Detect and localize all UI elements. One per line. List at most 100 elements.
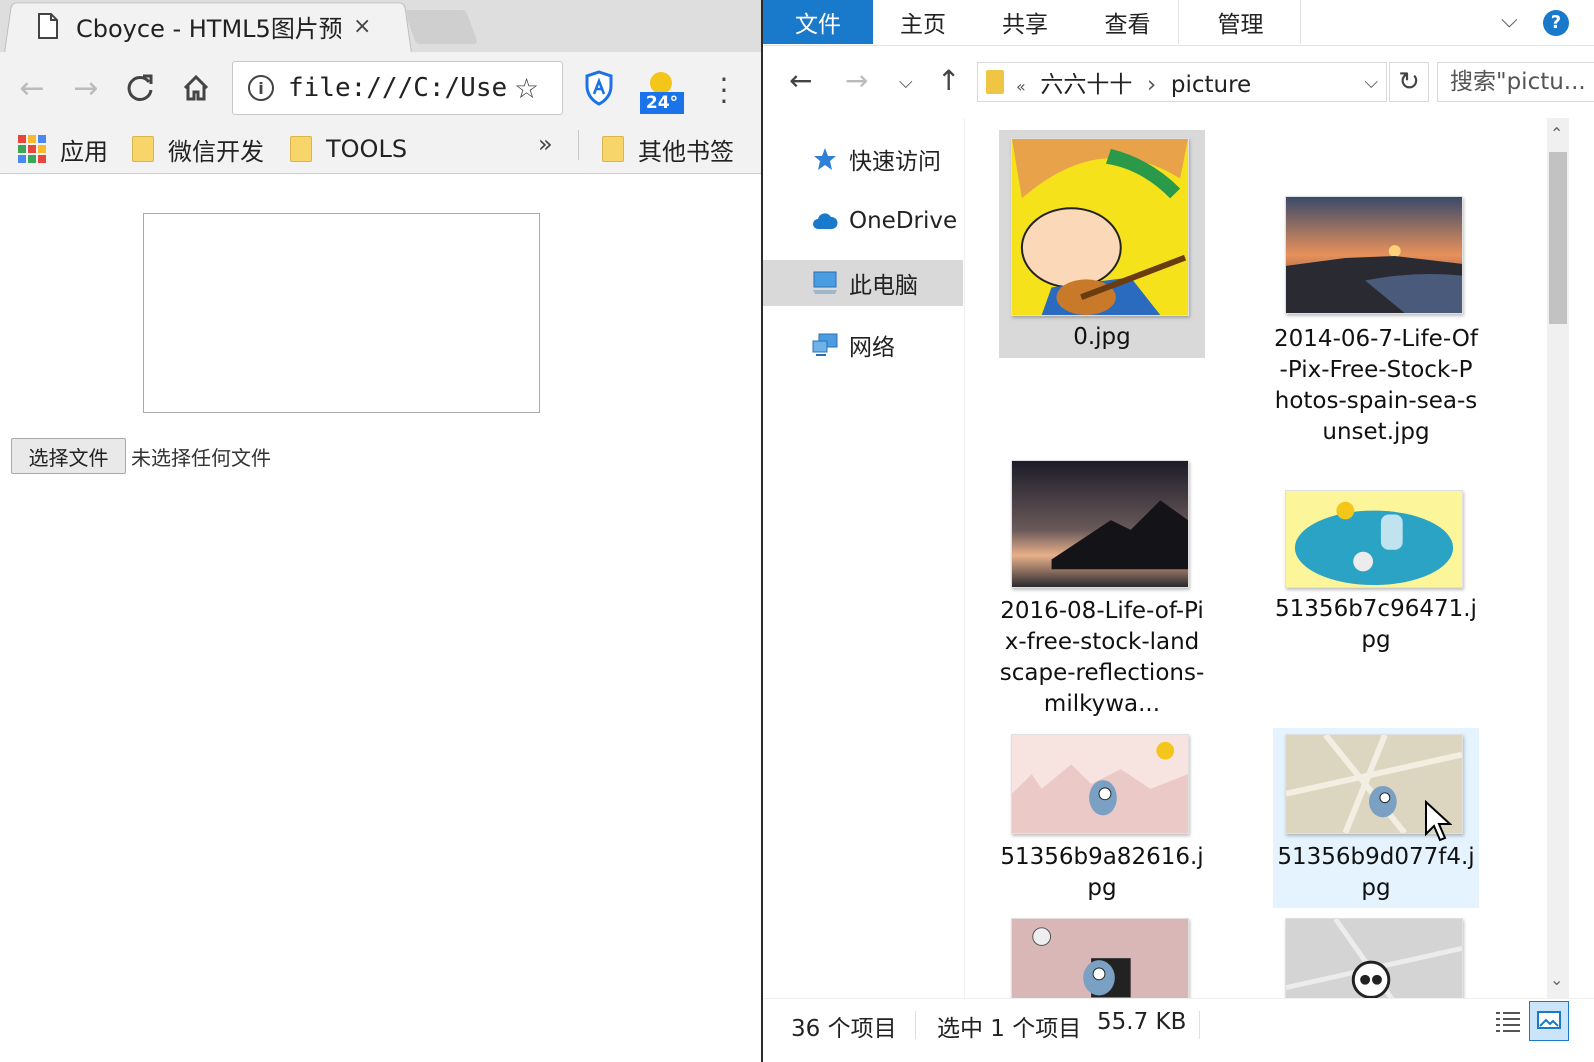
explorer-address-bar[interactable]: « 六六十十 › picture ⌵	[977, 62, 1387, 102]
image-thumbnail	[1011, 918, 1189, 998]
image-preview-box	[143, 213, 540, 413]
nav-label: 快速访问	[849, 149, 941, 175]
file-name: 51356b9d077f4.jpg	[1277, 844, 1475, 901]
info-icon[interactable]: i	[248, 75, 274, 101]
bookmark-star-icon[interactable]: ☆	[514, 72, 539, 105]
url-text[interactable]: file:///C:/Users/C	[288, 73, 510, 103]
recent-locations-icon[interactable]: ⌵	[899, 72, 913, 93]
nav-network[interactable]: 网络	[763, 322, 963, 368]
bookmark-label: 应用	[60, 137, 108, 166]
status-bar: 36 个项目 选中 1 个项目 55.7 KB	[763, 998, 1594, 1062]
file-name: 0.jpg	[1073, 324, 1131, 350]
ribbon-tab-home[interactable]: 主页	[873, 0, 973, 44]
address-row: ← → ⌵ ↑ « 六六十十 › picture ⌵ ↻ 搜索"pictu...	[763, 48, 1594, 118]
bookmark-apps[interactable]: 应用	[18, 130, 108, 168]
help-icon[interactable]: ?	[1543, 10, 1569, 36]
folder-icon	[986, 70, 1004, 94]
mouse-cursor-icon	[1425, 800, 1452, 842]
selection-count: 选中 1 个项目	[937, 1016, 1082, 1042]
status-divider	[1199, 1011, 1200, 1039]
forward-icon[interactable]: →	[845, 64, 868, 97]
file-tile[interactable]: 0.jpg	[999, 130, 1205, 358]
network-icon	[811, 332, 839, 358]
home-icon[interactable]	[176, 68, 216, 108]
status-divider	[915, 1011, 916, 1039]
nav-this-pc[interactable]: 此电脑	[763, 260, 963, 306]
bookmark-other[interactable]: 其他书签	[602, 130, 734, 168]
address-bar[interactable]: i file:///C:/Users/C ☆	[232, 61, 563, 115]
ribbon-tab-manage[interactable]: 管理	[1181, 0, 1301, 44]
scroll-up-icon[interactable]: ⌃	[1550, 124, 1563, 143]
computer-icon	[811, 270, 839, 296]
image-thumbnail	[1285, 196, 1463, 314]
nav-label: OneDrive	[849, 208, 958, 234]
file-tile[interactable]	[999, 914, 1205, 998]
adblock-shield-icon[interactable]	[584, 70, 614, 106]
browser-toolbar: ← → i file:///C:/Users/C ☆ 24° ···	[0, 52, 761, 124]
bookmarks-bar: 应用 微信开发 TOOLS 其他书签	[0, 124, 761, 174]
reload-icon[interactable]	[120, 68, 160, 108]
scroll-down-icon[interactable]: ⌄	[1550, 970, 1563, 989]
navigation-pane: 快速访问 OneDrive 此电脑 网络	[763, 118, 965, 998]
bookmarks-overflow-icon[interactable]: »	[538, 130, 553, 158]
file-tile[interactable]: 2016-08-Life-of-Pix-free-stock-landscape…	[999, 450, 1205, 720]
back-icon[interactable]: ←	[12, 68, 52, 108]
bookmark-wechat-dev[interactable]: 微信开发	[132, 130, 264, 168]
search-input[interactable]: 搜索"pictu...	[1437, 62, 1594, 102]
ribbon-tab-view[interactable]: 查看	[1077, 0, 1179, 44]
breadcrumb-parent[interactable]: 六六十十	[1040, 72, 1132, 98]
apps-grid-icon	[18, 135, 46, 163]
back-icon[interactable]: ←	[789, 64, 812, 97]
address-dropdown-icon[interactable]: ⌵	[1364, 72, 1378, 93]
cloud-icon	[811, 208, 839, 234]
weather-extension-icon[interactable]: 24°	[640, 72, 684, 116]
up-icon[interactable]: ↑	[937, 64, 960, 97]
file-tile[interactable]: 51356b7c96471.jpg	[1273, 480, 1479, 670]
nav-label: 网络	[849, 335, 895, 361]
menu-dots-icon[interactable]: · · ·	[718, 66, 730, 116]
bookmark-tools[interactable]: TOOLS	[290, 130, 407, 168]
breadcrumb-current[interactable]: picture	[1171, 72, 1251, 98]
choose-file-button[interactable]: 选择文件	[11, 438, 126, 474]
refresh-icon[interactable]: ↻	[1389, 62, 1429, 102]
star-icon	[811, 146, 839, 172]
file-tile[interactable]: 2014-06-7-Life-Of-Pix-Free-Stock-Photos-…	[1273, 130, 1479, 460]
sun-icon	[650, 72, 672, 94]
tab-strip: Cboyce - HTML5图片预 ×	[0, 0, 761, 53]
large-icons-view-icon[interactable]	[1529, 1001, 1569, 1041]
image-thumbnail	[1011, 734, 1189, 834]
file-name: 2014-06-7-Life-Of-Pix-Free-Stock-Photos-…	[1274, 326, 1478, 445]
bookmark-label: 微信开发	[168, 137, 264, 166]
tab-close-icon[interactable]: ×	[353, 14, 371, 39]
breadcrumb: « 六六十十 › picture	[1016, 65, 1251, 99]
item-count: 36 个项目	[791, 1016, 897, 1042]
file-explorer-window: 文件 主页 共享 查看 管理 ⌵ ? ← → ⌵ ↑ « 六六十十 › pict…	[761, 0, 1594, 1062]
vertical-scrollbar[interactable]: ⌃ ⌄	[1547, 118, 1569, 998]
new-tab-button[interactable]	[403, 10, 479, 44]
scroll-thumb[interactable]	[1549, 152, 1567, 324]
breadcrumb-overflow[interactable]: «	[1016, 77, 1026, 96]
file-tile[interactable]	[1273, 914, 1479, 998]
bookmark-label: 其他书签	[638, 137, 734, 166]
file-name: 2016-08-Life-of-Pix-free-stock-landscape…	[999, 598, 1205, 717]
bookmark-label: TOOLS	[326, 135, 408, 163]
selection-size: 55.7 KB	[1097, 1009, 1187, 1035]
forward-icon[interactable]: →	[66, 68, 106, 108]
image-thumbnail	[1011, 460, 1189, 588]
chrome-window: Cboyce - HTML5图片预 × ← → i file:///C:/Use…	[0, 0, 761, 1062]
file-tile[interactable]: 51356b9a82616.jpg	[999, 728, 1205, 908]
image-thumbnail	[1285, 490, 1463, 588]
ribbon-tab-share[interactable]: 共享	[975, 0, 1075, 44]
image-thumbnail	[1285, 918, 1463, 998]
file-status-text: 未选择任何文件	[131, 446, 271, 470]
file-name: 51356b7c96471.jpg	[1275, 596, 1477, 653]
nav-onedrive[interactable]: OneDrive	[763, 198, 963, 244]
ribbon-tab-file[interactable]: 文件	[763, 0, 873, 44]
folder-icon	[290, 136, 312, 162]
nav-quick-access[interactable]: 快速访问	[763, 136, 963, 182]
page-icon	[38, 13, 58, 39]
ribbon-expand-icon[interactable]: ⌵	[1501, 8, 1518, 33]
bookmarks-divider	[578, 130, 579, 160]
breadcrumb-separator[interactable]: ›	[1147, 72, 1156, 98]
details-view-icon[interactable]	[1493, 1007, 1523, 1037]
